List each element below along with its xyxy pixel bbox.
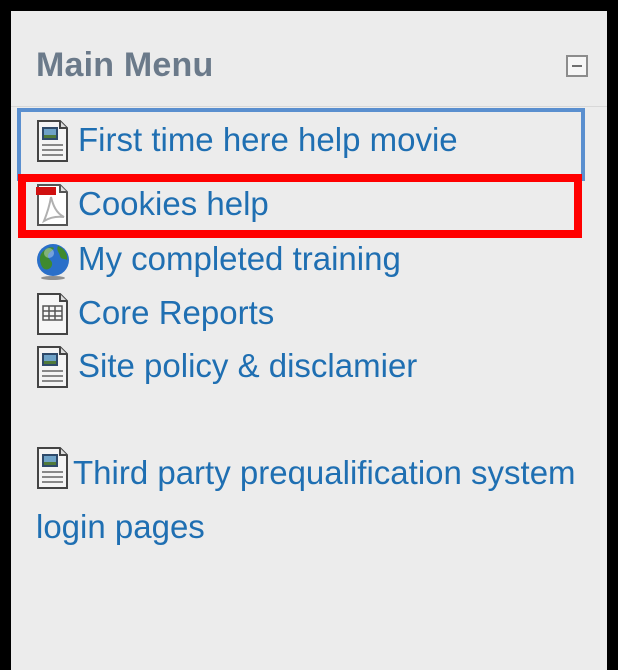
menu-item-label: Site policy & disclamier xyxy=(78,347,418,384)
globe-icon xyxy=(36,238,69,282)
menu-item-label: Third party prequalification system logi… xyxy=(36,454,576,545)
video-file-icon xyxy=(36,119,69,163)
menu-item-site-policy[interactable]: Site policy & disclamier xyxy=(36,343,576,393)
menu-item-label: My completed training xyxy=(78,240,401,277)
menu-item-label: Core Reports xyxy=(78,294,275,331)
block-header: Main Menu xyxy=(11,11,607,107)
video-file-icon xyxy=(36,446,69,490)
menu-item-third-party-prequalification[interactable]: Third party prequalification system logi… xyxy=(36,446,596,554)
video-file-icon xyxy=(36,345,69,389)
menu-item-core-reports[interactable]: Core Reports xyxy=(36,290,576,340)
collapse-minus-icon[interactable] xyxy=(566,55,588,77)
menu-item-label: First time here help movie xyxy=(78,121,458,158)
menu-item-my-completed-training[interactable]: My completed training xyxy=(36,236,576,286)
menu-item-cookies-help[interactable]: Cookies help xyxy=(36,181,576,231)
block-title: Main Menu xyxy=(36,46,214,84)
pdf-file-icon xyxy=(36,183,69,227)
spreadsheet-file-icon xyxy=(36,292,69,336)
menu-item-label: Cookies help xyxy=(78,185,269,222)
menu-item-first-time-help-movie[interactable]: First time here help movie xyxy=(36,117,576,167)
main-menu-block: Main Menu First time here help movie Coo… xyxy=(11,11,607,670)
